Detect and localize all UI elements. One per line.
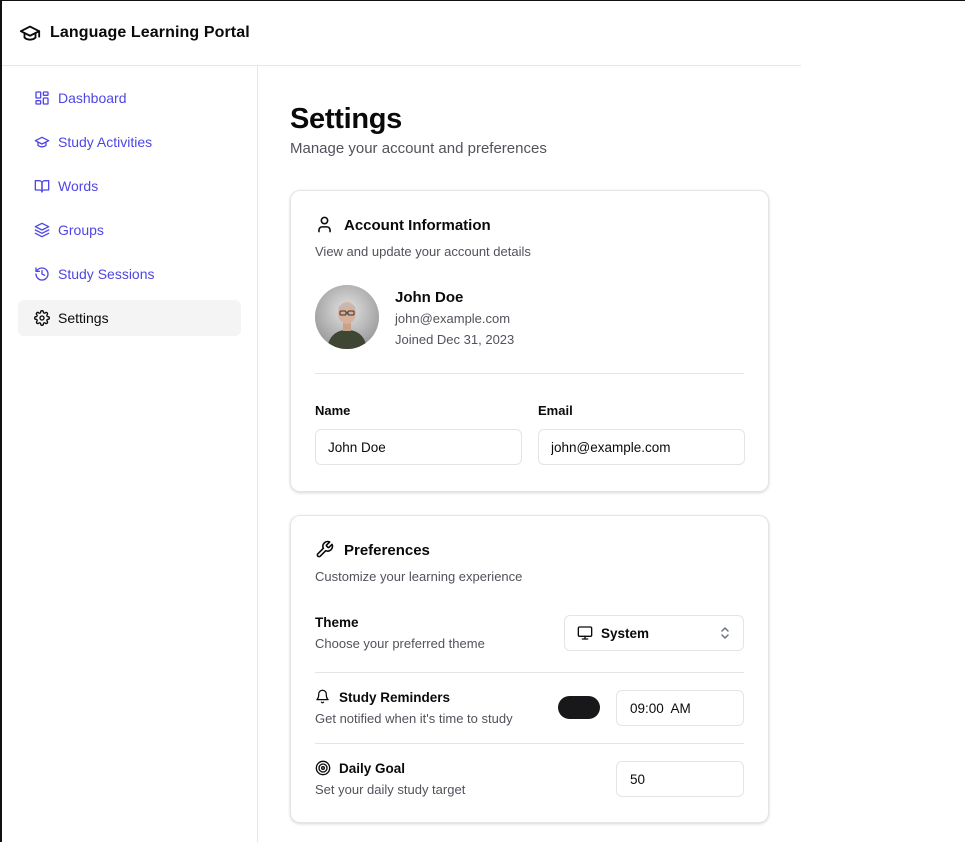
- profile-joined-date: Joined Dec 31, 2023: [395, 332, 515, 347]
- gear-icon: [34, 310, 50, 326]
- daily-goal-input[interactable]: [616, 761, 744, 797]
- app-window: Language Learning Portal Dashboard Study…: [2, 1, 801, 842]
- sidebar-item-label: Dashboard: [58, 90, 127, 106]
- sidebar-item-study-sessions[interactable]: Study Sessions: [18, 256, 241, 292]
- sidebar-item-settings[interactable]: Settings: [18, 300, 241, 336]
- card-title: Preferences: [344, 541, 430, 559]
- sidebar-item-label: Settings: [58, 310, 109, 326]
- theme-setting: Theme Choose your preferred theme: [315, 615, 485, 651]
- study-reminders-label-row: Study Reminders: [315, 689, 513, 705]
- card-title: Account Information: [344, 216, 491, 234]
- graduation-cap-icon: [34, 134, 50, 150]
- theme-select[interactable]: System: [564, 615, 744, 651]
- card-header: Account Information: [315, 215, 491, 235]
- sidebar-item-label: Study Sessions: [58, 266, 155, 282]
- divider: [315, 672, 744, 673]
- daily-goal-description: Set your daily study target: [315, 782, 466, 797]
- study-reminders-description: Get notified when it's time to study: [315, 711, 513, 726]
- book-open-icon: [34, 178, 50, 194]
- sidebar-item-label: Study Activities: [58, 134, 153, 150]
- avatar: [315, 285, 379, 349]
- study-reminders-toggle[interactable]: [558, 696, 600, 719]
- sidebar-item-label: Groups: [58, 222, 104, 238]
- account-information-card: Account Information View and update your…: [290, 190, 769, 492]
- page-subtitle: Manage your account and preferences: [290, 140, 547, 157]
- user-icon: [315, 215, 335, 235]
- reminder-time-input[interactable]: [616, 690, 744, 726]
- card-header: Preferences: [315, 540, 430, 560]
- email-input[interactable]: [538, 429, 745, 465]
- card-description: View and update your account details: [315, 244, 531, 259]
- name-input[interactable]: [315, 429, 522, 465]
- profile-summary: John Doe john@example.com Joined Dec 31,…: [315, 285, 514, 349]
- profile-name: John Doe: [395, 289, 464, 306]
- study-reminders-label: Study Reminders: [339, 689, 451, 705]
- app-title: Language Learning Portal: [50, 24, 250, 41]
- profile-info: John Doe john@example.com Joined Dec 31,…: [395, 285, 514, 347]
- daily-goal-label-row: Daily Goal: [315, 760, 465, 776]
- theme-description: Choose your preferred theme: [315, 636, 485, 651]
- page-title: Settings: [290, 103, 402, 135]
- layers-icon: [34, 222, 50, 238]
- name-label: Name: [315, 403, 351, 418]
- sidebar-item-groups[interactable]: Groups: [18, 212, 241, 248]
- preferences-card: Preferences Customize your learning expe…: [290, 515, 769, 823]
- name-field-group: Name: [315, 403, 522, 465]
- chevrons-up-down-icon: [719, 626, 731, 640]
- theme-select-value: System: [601, 625, 650, 641]
- target-icon: [315, 760, 331, 776]
- main-content: Settings Manage your account and prefere…: [258, 66, 801, 842]
- wrench-icon: [315, 540, 335, 560]
- daily-goal-setting: Daily Goal Set your daily study target: [315, 760, 466, 798]
- bell-icon: [315, 689, 331, 705]
- divider: [315, 743, 744, 744]
- theme-label: Theme: [315, 615, 359, 630]
- sidebar-item-label: Words: [58, 178, 99, 194]
- layout-dashboard-icon: [34, 90, 50, 106]
- profile-email: john@example.com: [395, 311, 511, 326]
- email-label: Email: [538, 403, 573, 418]
- graduation-cap-icon: [18, 21, 42, 45]
- app-header: Language Learning Portal: [2, 1, 801, 66]
- history-icon: [34, 266, 50, 282]
- daily-goal-label: Daily Goal: [339, 760, 406, 776]
- sidebar-item-dashboard[interactable]: Dashboard: [18, 80, 241, 116]
- divider: [315, 373, 744, 374]
- study-reminders-setting: Study Reminders Get notified when it's t…: [315, 689, 513, 727]
- sidebar-item-words[interactable]: Words: [18, 168, 241, 204]
- monitor-icon: [577, 625, 593, 641]
- sidebar-item-study-activities[interactable]: Study Activities: [18, 124, 241, 160]
- email-field-group: Email: [538, 403, 745, 465]
- card-description: Customize your learning experience: [315, 569, 523, 584]
- sidebar: Dashboard Study Activities Words Groups …: [2, 66, 258, 842]
